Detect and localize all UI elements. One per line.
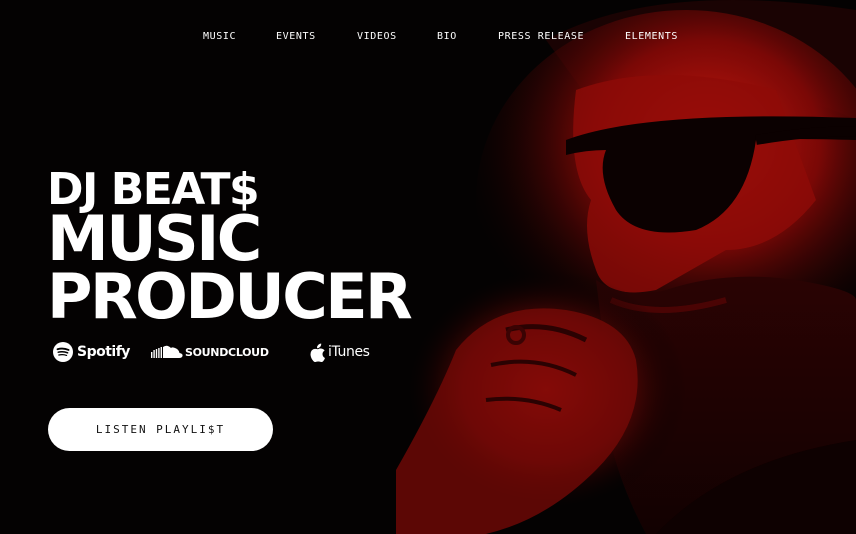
itunes-link[interactable]: iTunes: [310, 341, 370, 363]
spotify-link[interactable]: Spotify: [53, 341, 130, 363]
dj-portrait-image: [396, 0, 856, 534]
soundcloud-link[interactable]: SOUNDCLOUD: [151, 341, 269, 363]
itunes-label: iTunes: [328, 344, 370, 360]
hero-page: MUSIC EVENTS VIDEOS BIO PRESS RELEASE EL…: [0, 0, 856, 534]
soundcloud-label: SOUNDCLOUD: [185, 345, 269, 359]
spotify-label: Spotify: [77, 344, 130, 360]
nav-item-videos[interactable]: VIDEOS: [357, 31, 397, 42]
nav-item-bio[interactable]: BIO: [437, 31, 457, 42]
soundcloud-icon: [151, 345, 183, 358]
apple-icon: [310, 343, 325, 362]
listen-playlist-button[interactable]: LISTEN PLAYLI$T: [48, 408, 273, 451]
spotify-icon: [53, 342, 73, 362]
hero-title-producer: PRODUCER: [47, 260, 413, 333]
nav-item-events[interactable]: EVENTS: [276, 31, 316, 42]
main-nav: MUSIC EVENTS VIDEOS BIO PRESS RELEASE EL…: [0, 31, 856, 45]
nav-item-elements[interactable]: ELEMENTS: [625, 31, 678, 42]
nav-item-press-release[interactable]: PRESS RELEASE: [498, 31, 584, 42]
nav-item-music[interactable]: MUSIC: [203, 31, 236, 42]
